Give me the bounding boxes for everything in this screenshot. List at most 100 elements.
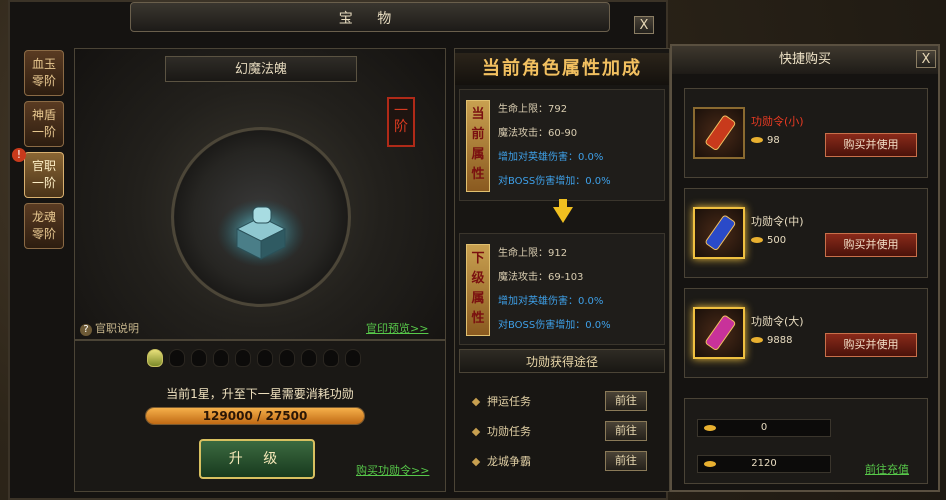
item-name: 功勋令(大): [751, 315, 804, 328]
tab-sublabel: 一阶: [31, 176, 56, 190]
artifact-name: 幻魔法魄: [165, 56, 357, 82]
star-empty-icon: [169, 349, 185, 367]
gold-icon: [751, 137, 763, 143]
tab-label: 龙魂: [31, 210, 56, 224]
merit-progress-text: 129000 / 27500: [202, 409, 308, 423]
tab-label: 神盾: [31, 108, 56, 122]
current-attr-badge: 当前属性: [466, 100, 490, 192]
attr-line: 生命上限：912: [498, 248, 568, 259]
goto-escort-button[interactable]: 前往: [605, 391, 647, 411]
star-empty-icon: [323, 349, 339, 367]
tab-label: 官职: [31, 159, 56, 173]
seal-preview-link[interactable]: 官印预览>>: [366, 320, 428, 336]
upgrade-cost-text: 当前1星，升至下一星需要消耗功勋: [166, 387, 354, 401]
merit-token-large-icon[interactable]: [693, 307, 745, 359]
tab-sublabel: 一阶: [31, 125, 56, 139]
goto-merit-quest-button[interactable]: 前往: [605, 421, 647, 441]
gold-icon: [751, 237, 763, 243]
item-name: 功勋令(中): [751, 215, 804, 228]
artifact-panel: 幻魔法魄 一阶: [74, 48, 446, 340]
quick-buy-panel: 快捷购买 X 功勋令(小) 98 购买并使用 功勋令(中) 500 购买并使用 …: [670, 44, 940, 492]
item-price: 9888: [751, 335, 792, 346]
item-price: 500: [751, 235, 786, 246]
star-empty-icon: [191, 349, 207, 367]
attr-line: 魔法攻击：60-90: [498, 128, 578, 139]
star-empty-icon: [279, 349, 295, 367]
gold-icon: [751, 337, 763, 343]
attr-line: 增加对英雄伤害：0.0%: [498, 152, 604, 163]
artifact-seal-icon[interactable]: [215, 189, 307, 269]
route-item: 龙城争霸: [471, 453, 531, 469]
arrow-down-icon: [553, 207, 573, 223]
rank-help[interactable]: ? 官职说明: [80, 320, 139, 336]
rank-seal: 一阶: [387, 97, 415, 147]
goto-dragon-city-button[interactable]: 前往: [605, 451, 647, 471]
price-value: 98: [767, 135, 780, 146]
diamond-bullet-icon: [471, 397, 481, 407]
upgrade-button[interactable]: 升 级: [199, 439, 315, 479]
ingot-value: 2120: [751, 458, 777, 469]
star-empty-icon: [235, 349, 251, 367]
rank-tabs: 血玉 零阶 神盾 一阶 官职 一阶 龙魂 零阶 !: [12, 50, 68, 254]
star-empty-icon: [345, 349, 361, 367]
merit-progress-bar: 129000 / 27500: [145, 407, 365, 425]
tab-blood-jade[interactable]: 血玉 零阶: [24, 50, 64, 96]
merit-token-small-icon[interactable]: [693, 107, 745, 159]
treasure-window: 宝 物 X 血玉 零阶 神盾 一阶 官职 一阶 龙魂 零阶 ! 幻魔法魄 一阶: [8, 0, 670, 500]
route-item: 功勋任务: [471, 423, 531, 439]
help-label: 官职说明: [95, 322, 139, 335]
merit-routes-title: 功勋获得途径: [459, 349, 665, 373]
price-value: 500: [767, 235, 787, 246]
star-empty-icon: [213, 349, 229, 367]
shop-item: 功勋令(中) 500 购买并使用: [684, 188, 928, 278]
attr-line: 对BOSS伤害增加：0.0%: [498, 176, 611, 187]
price-value: 9888: [767, 335, 793, 346]
tab-sublabel: 零阶: [31, 227, 56, 241]
route-label: 押运任务: [487, 395, 531, 408]
tab-official-rank[interactable]: 官职 一阶: [24, 152, 64, 198]
ingot-balance: 2120: [697, 455, 831, 473]
tab-dragon-soul[interactable]: 龙魂 零阶: [24, 203, 64, 249]
item-price: 98: [751, 135, 780, 146]
window-title-bar[interactable]: 宝 物: [130, 2, 610, 32]
attribute-panel: 当前角色属性加成 当前属性 生命上限：792 魔法攻击：60-90 增加对英雄伤…: [454, 48, 670, 492]
star-empty-icon: [301, 349, 317, 367]
attr-line: 魔法攻击：69-103: [498, 272, 584, 283]
attr-line: 对BOSS伤害增加：0.0%: [498, 320, 611, 331]
route-item: 押运任务: [471, 393, 531, 409]
alert-badge: !: [12, 148, 26, 162]
tab-label: 血玉: [31, 57, 56, 71]
gold-balance: 0: [697, 419, 831, 437]
quick-buy-close-button[interactable]: X: [916, 50, 936, 68]
star-lit-icon: [147, 349, 163, 367]
buy-and-use-button[interactable]: 购买并使用: [825, 333, 917, 357]
route-label: 龙城争霸: [487, 455, 531, 468]
attribute-title: 当前角色属性加成: [455, 53, 669, 85]
ingot-icon: [704, 461, 716, 467]
diamond-bullet-icon: [471, 457, 481, 467]
tab-sublabel: 零阶: [31, 74, 56, 88]
window-title: 宝 物: [338, 11, 402, 27]
merit-token-medium-icon[interactable]: [693, 207, 745, 259]
recharge-link[interactable]: 前往充值: [865, 461, 909, 477]
item-name: 功勋令(小): [751, 115, 804, 128]
attr-line: 增加对英雄伤害：0.0%: [498, 296, 604, 307]
question-icon: ?: [80, 324, 92, 336]
current-attributes: 当前属性 生命上限：792 魔法攻击：60-90 增加对英雄伤害：0.0% 对B…: [459, 89, 665, 201]
quick-buy-title: 快捷购买: [672, 46, 938, 74]
gold-icon: [704, 425, 716, 431]
next-attr-badge: 下级属性: [466, 244, 490, 336]
window-close-button[interactable]: X: [634, 16, 654, 34]
buy-merit-link[interactable]: 购买功勋令>>: [356, 462, 429, 478]
diamond-bullet-icon: [471, 427, 481, 437]
route-label: 功勋任务: [487, 425, 531, 438]
buy-and-use-button[interactable]: 购买并使用: [825, 233, 917, 257]
gold-value: 0: [760, 422, 768, 433]
star-empty-icon: [257, 349, 273, 367]
shop-item: 功勋令(大) 9888 购买并使用: [684, 288, 928, 378]
star-progress: [147, 349, 361, 367]
tab-divine-shield[interactable]: 神盾 一阶: [24, 101, 64, 147]
buy-and-use-button[interactable]: 购买并使用: [825, 133, 917, 157]
wallet-panel: 0 2120 前往充值: [684, 398, 928, 484]
next-attributes: 下级属性 生命上限：912 魔法攻击：69-103 增加对英雄伤害：0.0% 对…: [459, 233, 665, 345]
